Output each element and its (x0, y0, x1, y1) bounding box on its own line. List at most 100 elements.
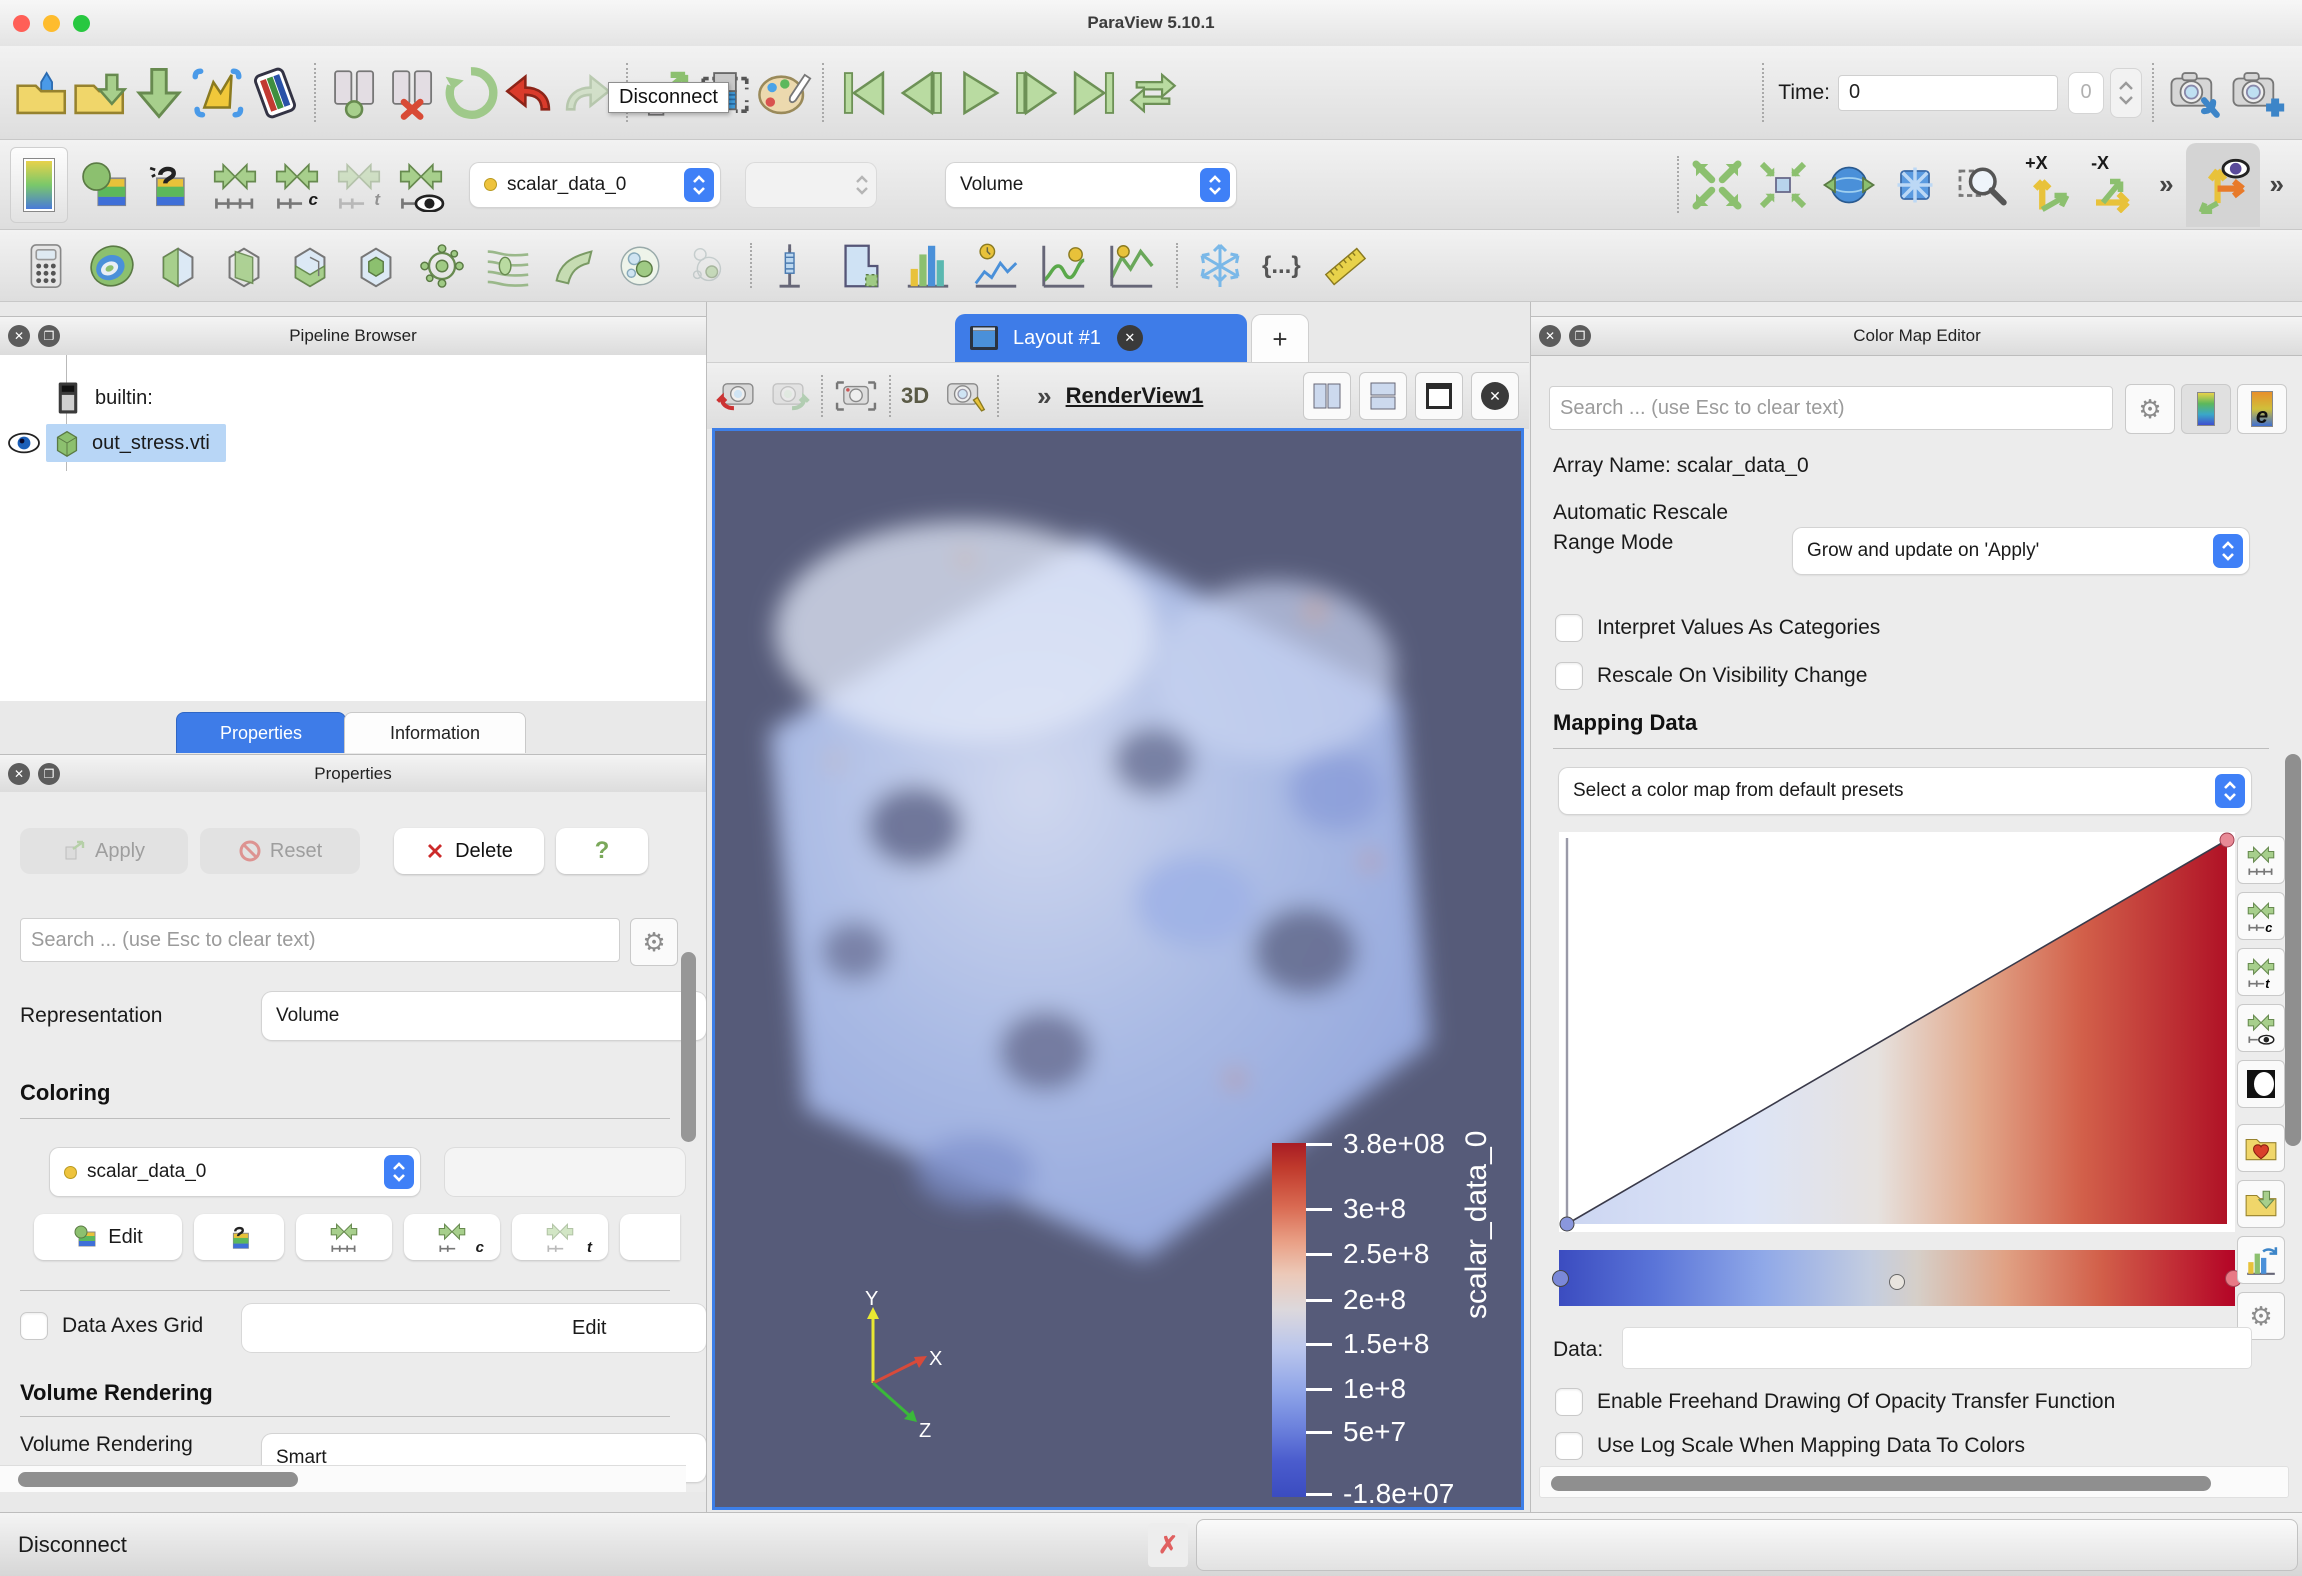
tf-save-button[interactable] (2237, 1180, 2285, 1228)
delete-button[interactable]: Delete (394, 828, 544, 874)
rescale-to-visible-range-button[interactable] (394, 158, 448, 212)
calculator-filter-button[interactable] (20, 240, 72, 292)
opacity-transfer-function-editor[interactable] (1559, 832, 2235, 1232)
color-point-mid[interactable] (1889, 1274, 1905, 1290)
adjust-camera-button[interactable] (2164, 64, 2226, 122)
color-by-array-combo[interactable]: scalar_data_0 (470, 163, 720, 207)
pipeline-item-source[interactable]: out_stress.vti (0, 421, 706, 465)
set-view-direction-plus-x-button[interactable]: +X (2023, 157, 2079, 213)
edit-color-map-button[interactable]: Edit (34, 1214, 182, 1260)
color-point-low[interactable] (1552, 1270, 1569, 1287)
set-solid-color-button[interactable] (78, 158, 132, 212)
properties-horizontal-scrollbar[interactable] (18, 1472, 298, 1487)
probe-location-button[interactable] (770, 240, 818, 292)
coloring-component-combo[interactable] (445, 1148, 685, 1196)
ruler-button[interactable] (1319, 240, 1371, 292)
next-frame-button[interactable] (1008, 64, 1066, 122)
plot-selection-over-time-button[interactable] (1038, 240, 1090, 292)
render-view[interactable]: Y X Z 3.8e+08 3e+8 2.5e+8 2e+8 1.5e+8 1e… (712, 428, 1524, 1510)
rescale-to-custom-range-button[interactable]: c (404, 1214, 500, 1260)
reset-button[interactable]: Reset (200, 828, 360, 874)
pick-center-button[interactable] (1953, 157, 2009, 213)
edit-data-axes-grid-button[interactable]: Edit (242, 1304, 706, 1352)
apply-button[interactable]: Apply (20, 828, 188, 874)
threshold-filter-button[interactable] (284, 240, 336, 292)
reload-pipeline-button[interactable] (442, 64, 500, 122)
freeze-time-button[interactable] (1196, 242, 1244, 290)
tf-histogram-refresh-button[interactable] (2237, 1236, 2285, 1284)
component-combo[interactable] (746, 163, 876, 207)
contour-filter-button[interactable] (86, 240, 138, 292)
tab-layout-1[interactable]: Layout #1 ✕ (955, 314, 1247, 362)
rescale-to-data-range-button[interactable] (208, 158, 262, 212)
plot-over-line-button[interactable] (834, 240, 886, 292)
cme-colormap-toggle-button[interactable] (2181, 384, 2231, 434)
preset-combo[interactable]: Select a color map from default presets (1559, 768, 2251, 814)
save-state-button[interactable] (130, 64, 188, 122)
split-horizontal-button[interactable] (1303, 372, 1351, 420)
tf-invert-button[interactable] (2237, 1060, 2285, 1108)
color-transfer-function-bar[interactable] (1559, 1250, 2235, 1306)
rescale-to-data-range-button[interactable] (296, 1214, 392, 1260)
first-frame-button[interactable] (834, 64, 892, 122)
group-datasets-filter-button[interactable] (614, 240, 666, 292)
render-view-name[interactable]: RenderView1 (1066, 383, 1204, 409)
camera-redo-button[interactable] (765, 375, 811, 417)
set-view-direction-minus-x-button[interactable]: -X (2089, 157, 2145, 213)
data-value-input[interactable] (1623, 1328, 2251, 1368)
tab-properties[interactable]: Properties (176, 712, 346, 753)
properties-search-input[interactable] (20, 918, 620, 962)
coloring-array-combo[interactable]: scalar_data_0 (50, 1148, 420, 1196)
time-input[interactable] (1838, 75, 2058, 111)
log-scale-checkbox[interactable] (1555, 1432, 1583, 1460)
separate-color-map-button[interactable] (194, 1214, 284, 1260)
play-button[interactable] (950, 64, 1008, 122)
toolbar-overflow-button[interactable]: » (2270, 169, 2282, 200)
abort-button[interactable]: ✗ (1148, 1523, 1188, 1567)
reset-camera-button[interactable] (1689, 157, 1745, 213)
help-button[interactable]: ? (556, 828, 648, 874)
open-file-button[interactable] (14, 64, 72, 122)
extract-subset-filter-button[interactable] (350, 240, 402, 292)
save-camera-button[interactable] (2226, 64, 2288, 122)
color-palette-button[interactable] (754, 64, 812, 122)
tf-rescale-button[interactable] (2237, 836, 2285, 884)
visibility-eye-icon[interactable] (6, 430, 42, 456)
tf-control-point-low[interactable] (1560, 1217, 1574, 1231)
tab-information[interactable]: Information (344, 712, 526, 753)
connect-server-button[interactable] (326, 64, 384, 122)
representation-property-combo[interactable]: Volume (262, 992, 706, 1040)
properties-vertical-scrollbar[interactable] (681, 952, 696, 1142)
zoom-closest-to-data-button[interactable] (1887, 157, 1943, 213)
rescale-to-temporal-range-button[interactable]: t (512, 1214, 608, 1260)
extract-block-filter-button[interactable] (680, 240, 732, 292)
pipeline-item-server[interactable]: builtin: (0, 377, 706, 419)
close-tab-icon[interactable]: ✕ (1117, 325, 1143, 351)
maximize-view-button[interactable] (1415, 372, 1463, 420)
reset-camera-closest-button[interactable] (1821, 157, 1877, 213)
rescale-to-visible-range-button[interactable] (620, 1214, 680, 1260)
color-legend-toggle-button[interactable] (246, 64, 304, 122)
rescale-to-temporal-range-button[interactable]: t (332, 158, 386, 212)
data-axes-grid-checkbox[interactable] (20, 1312, 48, 1340)
previous-frame-button[interactable] (892, 64, 950, 122)
tf-rescale-custom-button[interactable]: c (2237, 892, 2285, 940)
tf-favorites-button[interactable] (2237, 1124, 2285, 1172)
cme-gear-button[interactable]: ⚙ (2125, 384, 2175, 434)
separate-color-map-button[interactable] (140, 158, 194, 212)
new-layout-tab-button[interactable]: + (1251, 314, 1309, 363)
slice-filter-button[interactable] (218, 240, 270, 292)
zoom-to-data-button[interactable] (1755, 157, 1811, 213)
plot-global-variables-button[interactable] (1106, 240, 1158, 292)
representation-combo[interactable]: Volume (946, 163, 1236, 207)
undo-button[interactable] (500, 64, 558, 122)
save-data-button[interactable] (72, 64, 130, 122)
cme-search-input[interactable] (1549, 386, 2113, 430)
rescale-to-custom-range-button[interactable]: c (270, 158, 324, 212)
last-frame-button[interactable] (1066, 64, 1124, 122)
properties-search-gear-button[interactable]: ⚙ (630, 918, 678, 966)
split-vertical-button[interactable] (1359, 372, 1407, 420)
toolbar-overflow-button[interactable]: » (2159, 169, 2171, 200)
rescale-visibility-checkbox[interactable] (1555, 662, 1583, 690)
color-map-editor-toggle-button[interactable] (10, 147, 68, 223)
